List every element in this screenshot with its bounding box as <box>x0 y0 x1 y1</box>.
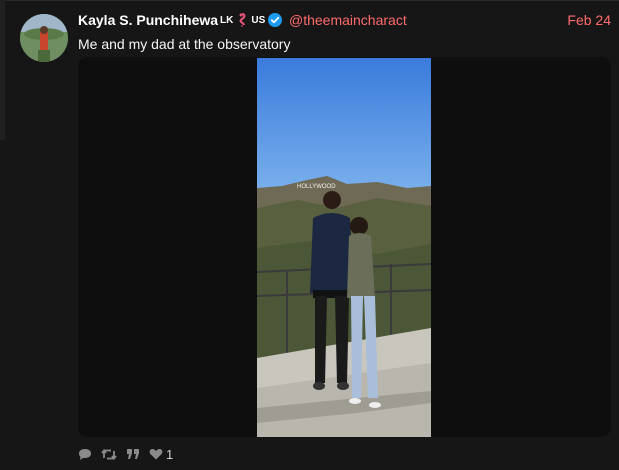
top-divider <box>0 0 619 1</box>
left-panel-edge <box>0 0 5 140</box>
tweet-text: Me and my dad at the observatory <box>78 36 291 52</box>
speech-bubble-icon <box>79 448 91 460</box>
like-count: 1 <box>166 446 174 462</box>
hollywood-sign: HOLLYWOOD <box>297 184 336 190</box>
observatory-photo: HOLLYWOOD <box>257 58 431 437</box>
tweet-media[interactable]: HOLLYWOOD <box>78 57 611 437</box>
tweet-date[interactable]: Feb 24 <box>567 12 611 28</box>
author-name[interactable]: Kayla S. Punchihewa <box>78 12 218 28</box>
like-button[interactable]: 1 <box>149 447 173 462</box>
flamingo-icon <box>239 13 246 27</box>
retweet-icon <box>101 448 117 460</box>
retweet-button[interactable] <box>101 448 117 461</box>
avatar[interactable] <box>20 14 68 62</box>
verified-badge-icon <box>268 13 283 27</box>
country-badge-lk: LK <box>220 14 234 26</box>
country-badge-us: US <box>251 14 266 26</box>
tweet-header: Kayla S. Punchihewa LK US @theemainchara… <box>78 12 613 32</box>
author-handle[interactable]: @theemaincharact <box>289 12 407 28</box>
quote-button[interactable] <box>126 448 140 460</box>
heart-icon <box>149 448 163 460</box>
reply-button[interactable] <box>78 448 92 461</box>
quote-icon <box>127 449 139 459</box>
name-badges: LK US <box>220 13 283 27</box>
tweet-actions: 1 <box>78 446 182 462</box>
